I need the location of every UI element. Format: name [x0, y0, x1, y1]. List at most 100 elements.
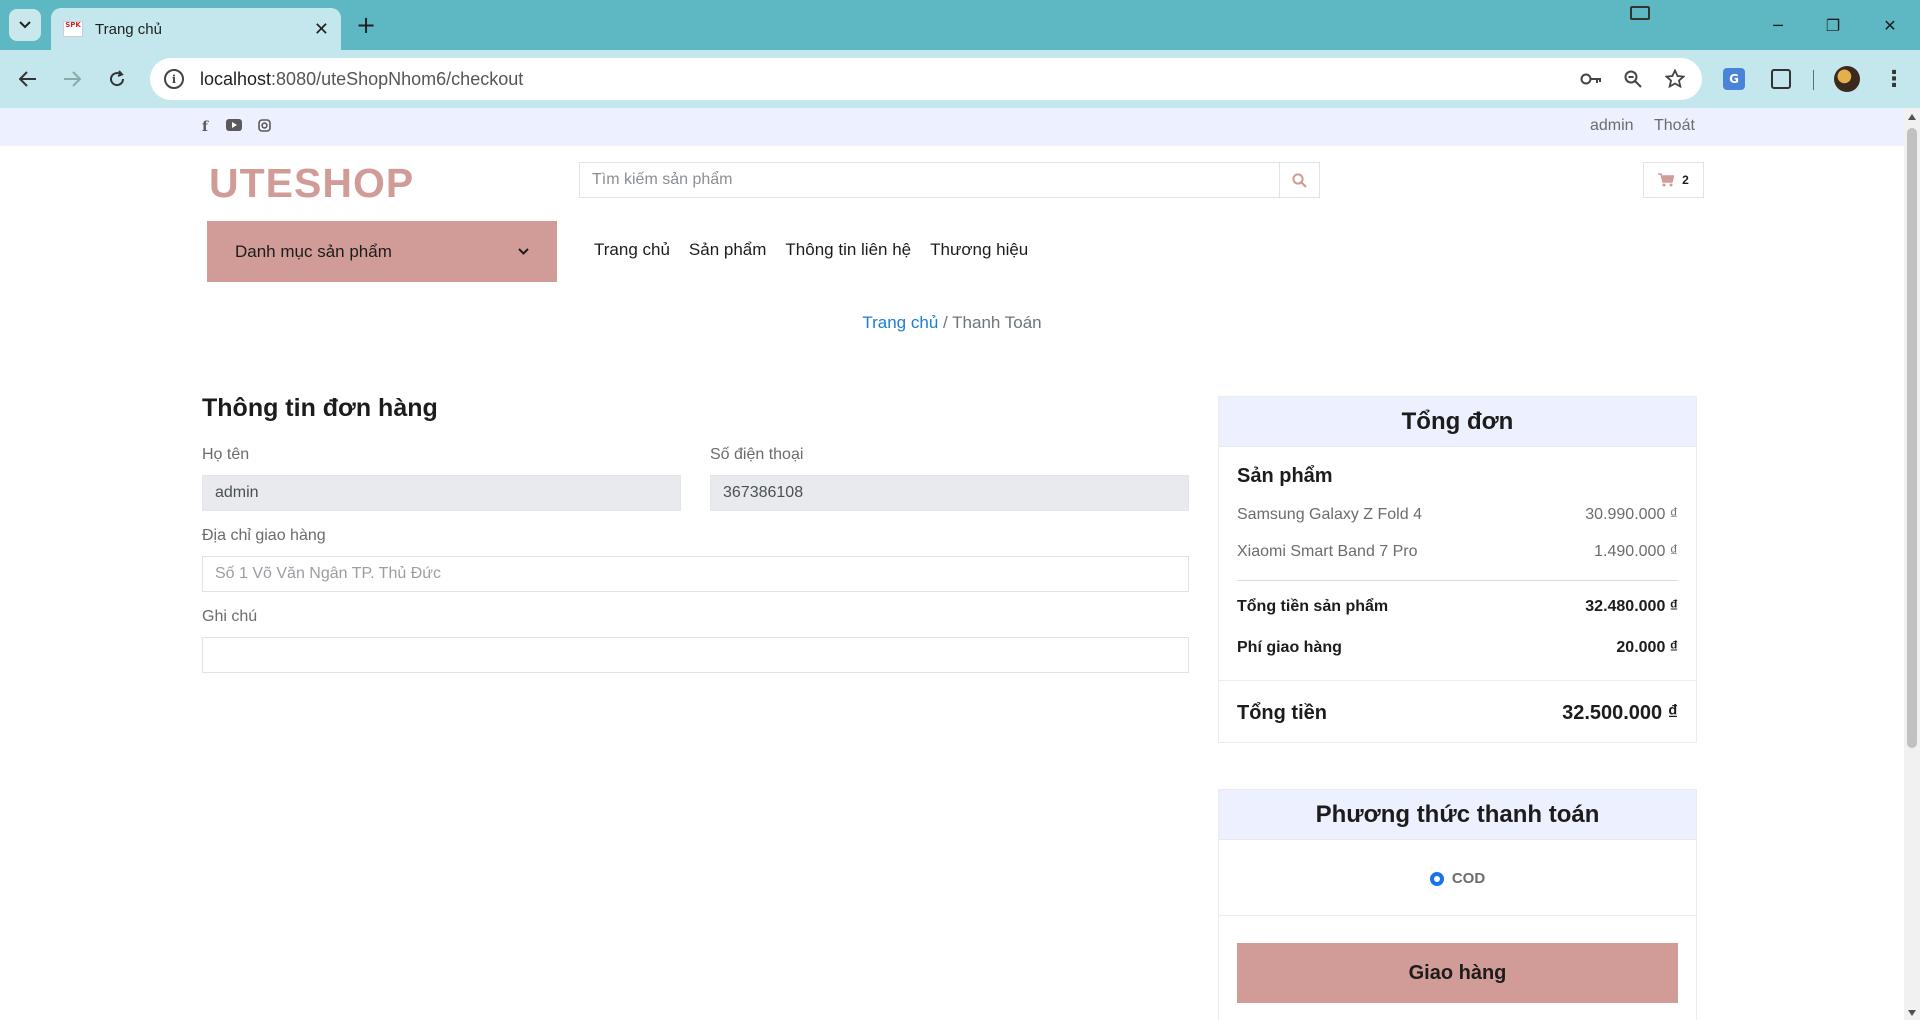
- cart-count-badge: 2: [1682, 173, 1689, 187]
- main-navigation: Trang chủ Sản phẩm Thông tin liên hệ Thư…: [594, 240, 1028, 260]
- product-search: [579, 162, 1320, 198]
- shipping-row: Phí giao hàng 20.000 ₫: [1237, 639, 1678, 657]
- page-scrollbar[interactable]: [1904, 108, 1920, 1020]
- payment-option-cod[interactable]: COD: [1219, 870, 1696, 887]
- address-label: Địa chỉ giao hàng: [202, 527, 326, 544]
- order-summary-body: Sản phẩm Samsung Galaxy Z Fold 4 30.990.…: [1219, 447, 1696, 743]
- scroll-thumb[interactable]: [1907, 128, 1917, 748]
- tab-favicon: SPK: [63, 21, 83, 37]
- extensions-puzzle-icon[interactable]: [1765, 63, 1797, 95]
- url-path: :8080/uteShopNhom6/checkout: [271, 68, 524, 89]
- tab-close-icon[interactable]: ✕: [314, 19, 329, 40]
- note-field[interactable]: [202, 637, 1189, 673]
- search-button[interactable]: [1279, 163, 1319, 197]
- nav-link-products[interactable]: Sản phẩm: [689, 240, 767, 260]
- payment-method-title: Phương thức thanh toán: [1219, 790, 1696, 840]
- nav-link-brands[interactable]: Thương hiệu: [930, 240, 1028, 260]
- subtotal-label: Tổng tiền sản phẩm: [1237, 598, 1389, 615]
- tab-title: Trang chủ: [95, 20, 162, 38]
- summary-divider: [1237, 580, 1678, 581]
- back-arrow-icon: [19, 71, 36, 87]
- forward-button[interactable]: [54, 61, 90, 97]
- order-summary-title: Tổng đơn: [1219, 397, 1696, 447]
- tab-search-button[interactable]: [9, 9, 41, 41]
- summary-item-price: 1.490.000 ₫: [1594, 543, 1678, 560]
- search-icon: [1292, 172, 1307, 188]
- browser-menu-icon[interactable]: ⋮: [1878, 63, 1910, 95]
- search-input[interactable]: [580, 163, 1279, 197]
- breadcrumb-home-link[interactable]: Trang chủ: [862, 313, 938, 332]
- summary-item-row: Xiaomi Smart Band 7 Pro 1.490.000 ₫: [1237, 543, 1678, 561]
- phone-field[interactable]: 367386108: [710, 475, 1189, 511]
- category-dropdown-label: Danh mục sản phẩm: [235, 241, 392, 261]
- toolbar-divider: [1813, 70, 1814, 90]
- bookmark-star-icon[interactable]: [1660, 64, 1690, 94]
- zoom-icon[interactable]: [1618, 64, 1648, 94]
- profile-avatar[interactable]: [1831, 63, 1863, 95]
- name-label: Họ tên: [202, 446, 250, 463]
- minimize-button[interactable]: ─: [1758, 10, 1798, 40]
- user-account-link[interactable]: admin: [1590, 117, 1634, 135]
- total-label: Tổng tiền: [1237, 702, 1327, 724]
- back-button[interactable]: [10, 61, 46, 97]
- facebook-icon[interactable]: f: [202, 119, 208, 135]
- payment-method-card: Phương thức thanh toán COD Giao hàng: [1218, 789, 1697, 1020]
- phone-label: Số điện thoại: [710, 446, 804, 463]
- address-bar[interactable]: i localhost:8080/uteShopNhom6/checkout: [150, 58, 1702, 100]
- summary-item-name: Xiaomi Smart Band 7 Pro: [1237, 543, 1418, 560]
- url-host: localhost: [200, 68, 272, 89]
- summary-divider: [1219, 680, 1696, 681]
- summary-item-price: 30.990.000 ₫: [1585, 506, 1678, 523]
- order-summary-card: Tổng đơn Sản phẩm Samsung Galaxy Z Fold …: [1218, 396, 1697, 743]
- browser-tab-bar: SPK Trang chủ ✕ + ─ ❐ ✕: [0, 0, 1920, 50]
- name-field[interactable]: admin: [202, 475, 681, 511]
- shipping-value: 20.000 ₫: [1616, 639, 1678, 656]
- total-value: 32.500.000 ₫: [1562, 702, 1678, 724]
- order-info-title: Thông tin đơn hàng: [202, 394, 438, 422]
- restore-button[interactable]: ❐: [1813, 10, 1853, 40]
- logout-link[interactable]: Thoát: [1654, 117, 1695, 135]
- breadcrumb: Trang chủ / Thanh Toán: [0, 313, 1904, 333]
- subtotal-value: 32.480.000 ₫: [1585, 598, 1678, 615]
- site-logo[interactable]: UTESHOP: [209, 160, 414, 207]
- payment-radio[interactable]: [1429, 871, 1444, 886]
- reload-button[interactable]: [99, 61, 135, 97]
- category-dropdown[interactable]: Danh mục sản phẩm: [207, 221, 557, 282]
- total-row: Tổng tiền 32.500.000 ₫: [1237, 702, 1678, 725]
- forward-arrow-icon: [64, 71, 81, 87]
- scroll-up-arrow[interactable]: [1908, 114, 1916, 120]
- address-field[interactable]: Số 1 Võ Văn Ngân TP. Thủ Đức: [202, 556, 1189, 592]
- nav-link-home[interactable]: Trang chủ: [594, 240, 670, 260]
- cart-button[interactable]: 2: [1643, 162, 1704, 198]
- shipping-label: Phí giao hàng: [1237, 639, 1342, 656]
- breadcrumb-separator: /: [938, 313, 953, 332]
- google-translate-icon[interactable]: G: [1718, 63, 1750, 95]
- browser-toolbar: i localhost:8080/uteShopNhom6/checkout G…: [0, 50, 1920, 108]
- payment-option-label: COD: [1451, 870, 1486, 887]
- new-tab-button[interactable]: +: [352, 11, 380, 39]
- products-heading: Sản phẩm: [1237, 465, 1333, 487]
- instagram-icon[interactable]: [258, 119, 271, 136]
- summary-item-name: Samsung Galaxy Z Fold 4: [1237, 506, 1422, 523]
- password-key-icon[interactable]: [1576, 64, 1606, 94]
- reload-icon: [110, 70, 125, 87]
- place-order-button[interactable]: Giao hàng: [1237, 943, 1678, 1003]
- youtube-icon[interactable]: [226, 119, 242, 135]
- url-text[interactable]: localhost:8080/uteShopNhom6/checkout: [200, 69, 1576, 90]
- chevron-down-icon: [518, 248, 529, 255]
- summary-item-row: Samsung Galaxy Z Fold 4 30.990.000 ₫: [1237, 506, 1678, 524]
- shopping-cart-icon: [1658, 173, 1675, 187]
- scroll-down-arrow[interactable]: [1908, 1010, 1916, 1016]
- payment-divider: [1219, 915, 1696, 916]
- top-info-bar: f admin Thoát: [0, 108, 1904, 146]
- site-info-icon[interactable]: i: [164, 69, 184, 89]
- breadcrumb-current: Thanh Toán: [952, 313, 1042, 332]
- note-label: Ghi chú: [202, 608, 258, 625]
- close-window-button[interactable]: ✕: [1870, 10, 1910, 40]
- page-viewport: f admin Thoát UTESHOP 2 Danh mục sản phẩ…: [0, 108, 1904, 1020]
- chevron-down-icon: [19, 21, 31, 29]
- browser-tab-active[interactable]: SPK Trang chủ ✕: [51, 8, 341, 50]
- nav-link-contact[interactable]: Thông tin liên hệ: [785, 240, 911, 260]
- subtotal-row: Tổng tiền sản phẩm 32.480.000 ₫: [1237, 598, 1678, 616]
- media-control-icon[interactable]: [1630, 6, 1650, 20]
